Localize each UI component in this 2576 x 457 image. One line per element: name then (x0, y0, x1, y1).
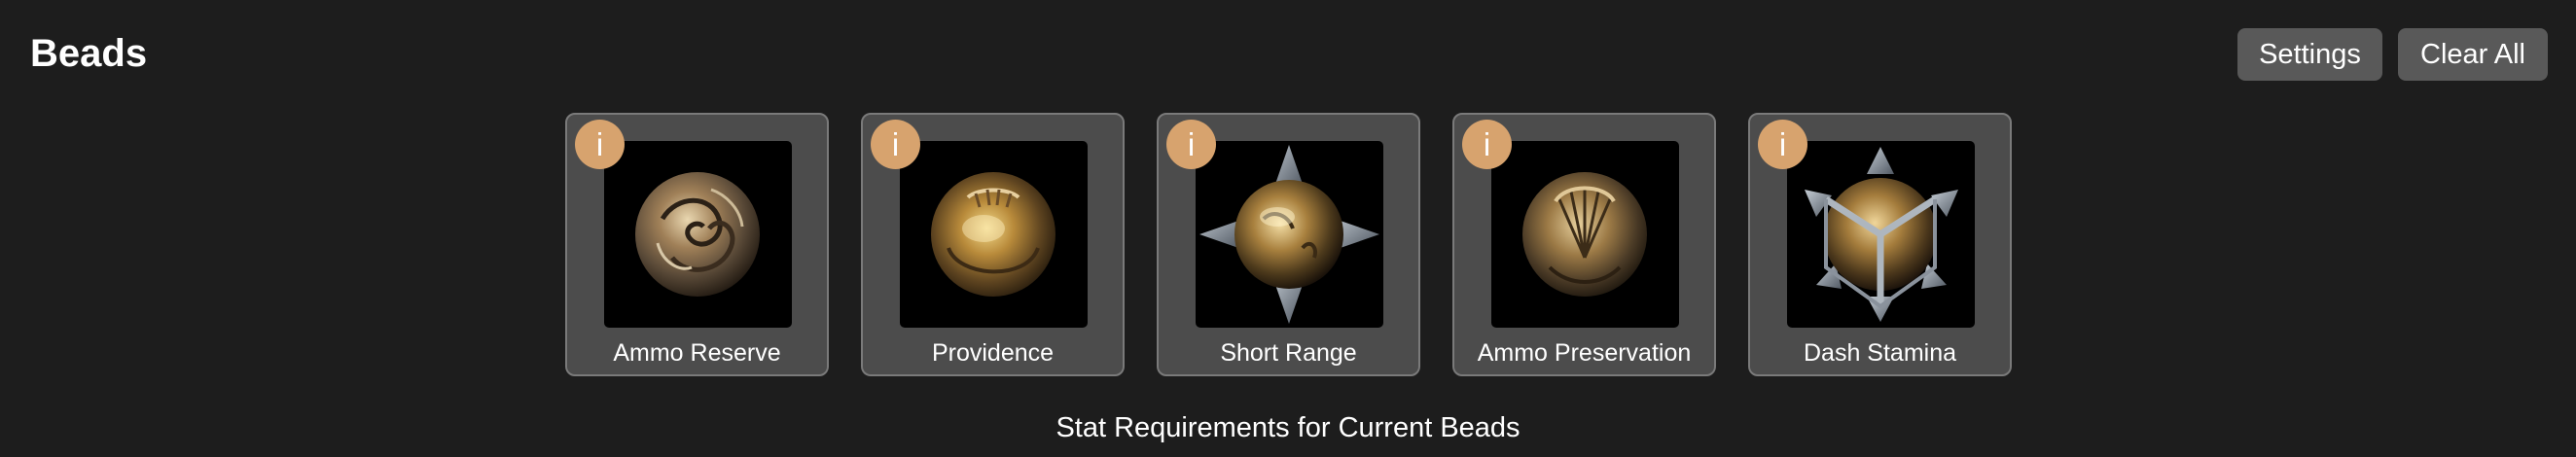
bead-card-short-range[interactable]: i Short Range (1157, 113, 1420, 376)
bead-name-label: Short Range (1220, 339, 1357, 367)
caged-spiked-bead-icon (1787, 141, 1975, 328)
gold-crest-bead-icon (900, 141, 1088, 328)
bead-name-label: Ammo Preservation (1477, 339, 1692, 367)
clear-all-button[interactable]: Clear All (2398, 28, 2548, 81)
shell-pattern-bead-icon (1491, 141, 1679, 328)
bead-card-ammo-preservation[interactable]: i Ammo Preservation (1452, 113, 1716, 376)
bead-card-providence[interactable]: i Providence (861, 113, 1125, 376)
info-button[interactable]: i (1758, 120, 1807, 169)
bead-name-label: Dash Stamina (1803, 339, 1957, 367)
stat-requirements-label: Stat Requirements for Current Beads (1055, 412, 1521, 443)
info-button[interactable]: i (871, 120, 920, 169)
spiked-star-bead-icon (1196, 141, 1383, 328)
info-button[interactable]: i (1166, 120, 1216, 169)
info-button[interactable]: i (575, 120, 625, 169)
settings-button[interactable]: Settings (2237, 28, 2382, 81)
ornate-swirl-bead-icon (604, 141, 792, 328)
bead-name-label: Providence (931, 339, 1055, 367)
page-title: Beads (30, 32, 148, 75)
bead-card-ammo-reserve[interactable]: i Ammo Reserve (565, 113, 829, 376)
info-button[interactable]: i (1462, 120, 1512, 169)
bead-name-label: Ammo Reserve (613, 339, 781, 367)
beads-row: i Ammo Reserve i Providence i Short Rang… (565, 113, 2012, 376)
beads-page: Beads Settings Clear All i Ammo Reserve … (0, 0, 2576, 457)
bead-card-dash-stamina[interactable]: i Dash Stamina (1748, 113, 2012, 376)
